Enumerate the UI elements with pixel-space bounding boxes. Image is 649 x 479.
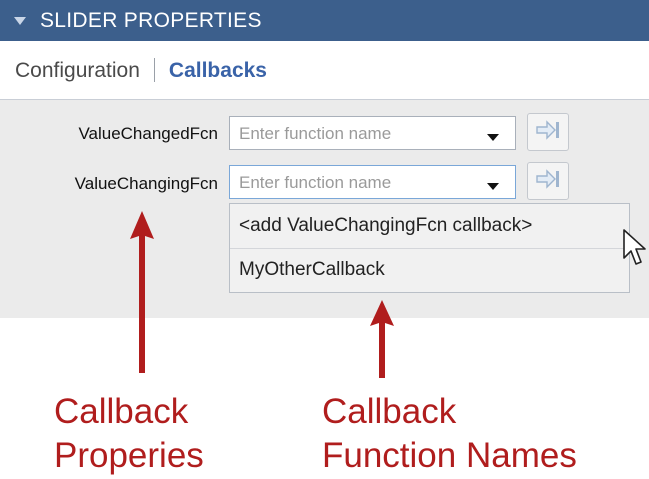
- property-label-valuechangedfcn: ValueChangedFcn: [78, 124, 218, 143]
- tab-callbacks[interactable]: Callbacks: [155, 41, 281, 100]
- panel-title: SLIDER PROPERTIES: [40, 8, 262, 32]
- annotation-line: Properies: [54, 436, 204, 475]
- combobox-placeholder: Enter function name: [239, 173, 392, 192]
- collapse-triangle-icon[interactable]: [12, 11, 40, 31]
- dropdown-option-myothercallback[interactable]: MyOtherCallback: [239, 259, 385, 281]
- tab-bar: Configuration Callbacks: [0, 41, 649, 100]
- combobox-placeholder: Enter function name: [239, 124, 392, 143]
- tab-configuration[interactable]: Configuration: [0, 41, 154, 100]
- dropdown-divider: [230, 248, 629, 249]
- go-to-callback-icon: [535, 168, 561, 195]
- property-label-valuechangingfcn: ValueChangingFcn: [74, 174, 218, 193]
- arrow-up-icon: [130, 211, 154, 373]
- annotation-line: Function Names: [322, 436, 577, 475]
- mouse-pointer-icon: [623, 229, 646, 265]
- chevron-down-icon[interactable]: [487, 129, 499, 147]
- go-to-callback-button-2[interactable]: [527, 162, 569, 200]
- annotation-callback-properties: Callback Properies: [54, 390, 204, 478]
- go-to-callback-button-1[interactable]: [527, 113, 569, 151]
- annotation-line: Callback: [322, 392, 457, 431]
- go-to-callback-icon: [535, 119, 561, 146]
- arrow-up-icon: [370, 300, 394, 378]
- annotation-callback-function-names: Callback Function Names: [322, 390, 577, 478]
- valuechangingfcn-combobox[interactable]: Enter function name: [229, 165, 516, 199]
- panel-header[interactable]: SLIDER PROPERTIES: [0, 0, 649, 41]
- dropdown-option-add-callback[interactable]: <add ValueChangingFcn callback>: [239, 215, 532, 237]
- chevron-down-icon[interactable]: [487, 178, 499, 196]
- valuechangedfcn-combobox[interactable]: Enter function name: [229, 116, 516, 150]
- callback-dropdown-list: <add ValueChangingFcn callback> MyOtherC…: [229, 203, 630, 293]
- annotation-line: Callback: [54, 392, 189, 431]
